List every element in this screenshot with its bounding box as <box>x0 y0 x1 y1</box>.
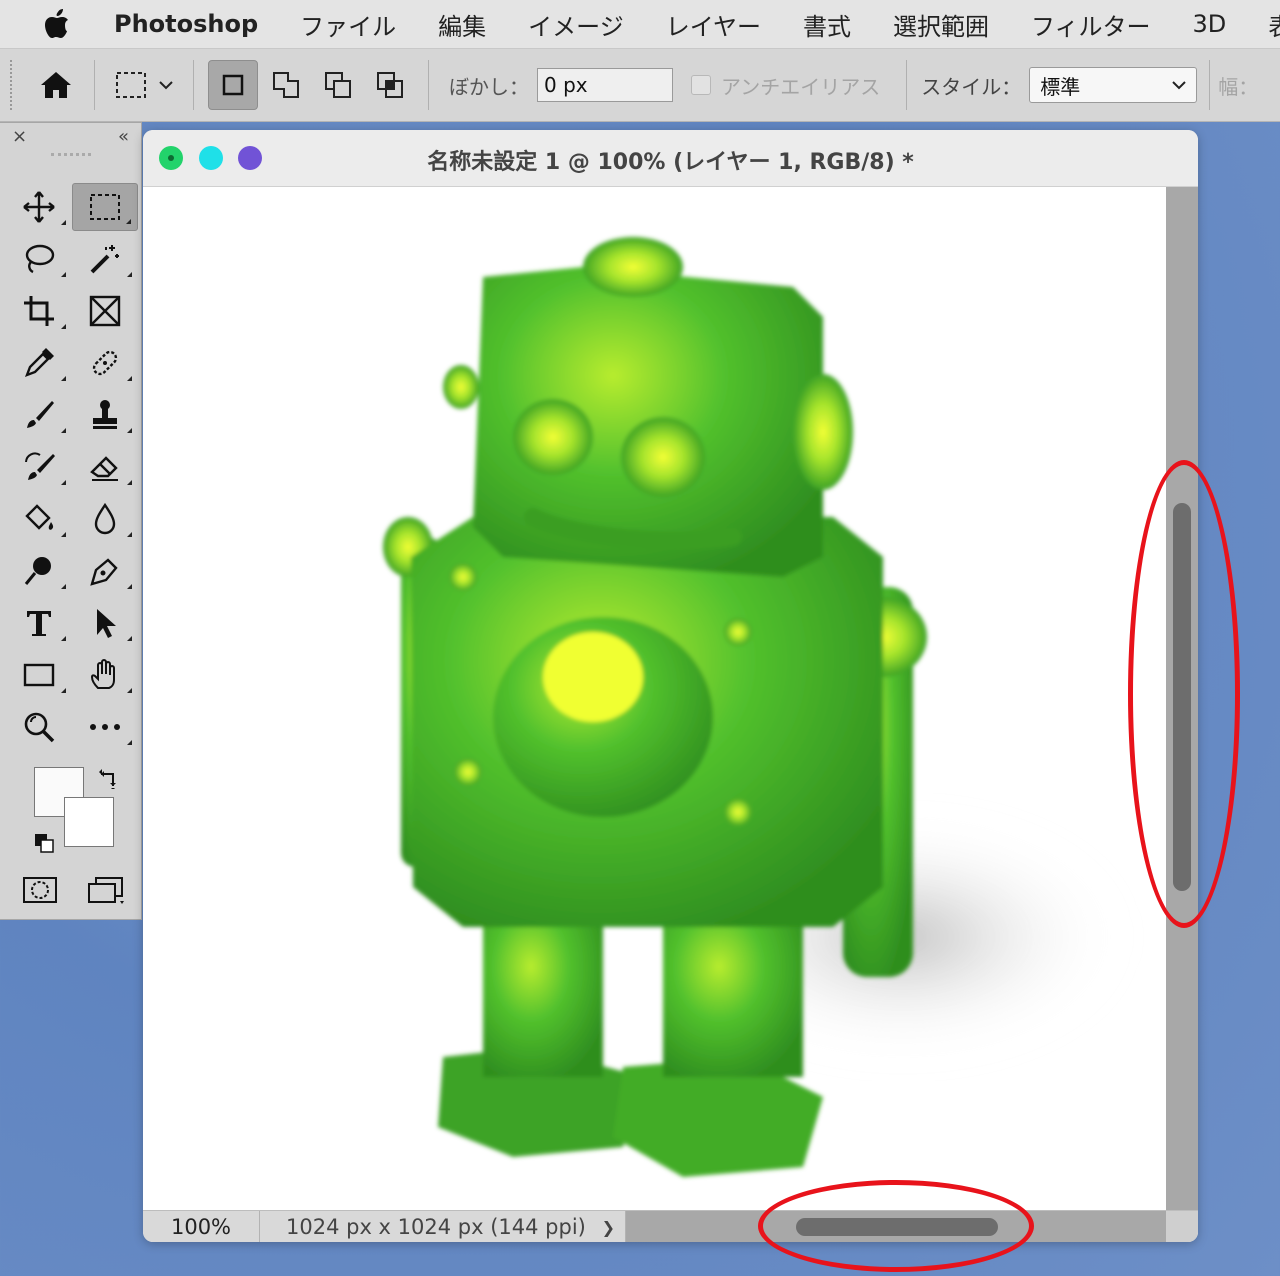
feather-input[interactable]: 0 px <box>537 68 673 102</box>
panel-grip[interactable] <box>50 153 91 166</box>
screen-mode-icon[interactable] <box>86 875 126 909</box>
new-selection-button[interactable] <box>208 60 258 110</box>
menu-bar: Photoshop ファイル 編集 イメージ レイヤー 書式 選択範囲 フィルタ… <box>0 0 1280 49</box>
menu-select[interactable]: 選択範囲 <box>893 7 989 42</box>
add-to-selection-button[interactable] <box>262 61 310 109</box>
hand-tool-icon[interactable] <box>72 651 138 699</box>
marquee-preset-dropdown[interactable] <box>109 61 179 109</box>
subtract-from-selection-button[interactable] <box>314 61 362 109</box>
home-icon[interactable] <box>32 61 80 109</box>
document-window: 名称未設定 1 @ 100% (レイヤー 1, RGB/8) * 100% 10… <box>143 130 1198 1242</box>
document-dimensions: 1024 px x 1024 px (144 ppi) <box>286 1215 586 1239</box>
antialias-checkbox[interactable] <box>691 75 711 95</box>
blur-tool-icon[interactable] <box>72 495 138 543</box>
horizontal-scroll-thumb[interactable] <box>796 1218 998 1236</box>
menu-view[interactable]: 表 <box>1268 7 1280 42</box>
collapse-icon[interactable]: « <box>118 126 129 147</box>
quick-mask-icon[interactable] <box>22 875 58 909</box>
chevron-right-icon[interactable]: ❯ <box>602 1218 615 1237</box>
options-grip[interactable] <box>10 60 16 110</box>
brush-tool-icon[interactable] <box>6 391 72 439</box>
color-swatches <box>30 763 130 863</box>
rectangle-tool-icon[interactable] <box>6 651 72 699</box>
intersect-selection-button[interactable] <box>366 61 414 109</box>
swap-colors-icon[interactable] <box>98 767 120 789</box>
paint-bucket-icon[interactable] <box>6 495 72 543</box>
menu-layer[interactable]: レイヤー <box>666 7 761 42</box>
history-brush-icon[interactable] <box>6 443 72 491</box>
width-label: 幅： <box>1218 74 1259 99</box>
tools-panel: × « <box>0 122 142 920</box>
style-select[interactable]: 標準 <box>1029 67 1198 103</box>
image-canvas[interactable] <box>143 187 1166 1210</box>
options-bar: ぼかし： 0 px アンチエイリアス スタイル： 標準 幅： <box>0 49 1280 122</box>
type-tool-icon[interactable] <box>6 599 72 647</box>
zoom-tool-icon[interactable] <box>6 703 72 751</box>
crop-tool-icon[interactable] <box>6 287 72 335</box>
more-tools-icon[interactable] <box>72 703 138 751</box>
spot-healing-brush-icon[interactable] <box>72 339 138 387</box>
rectangular-marquee-tool-icon[interactable] <box>72 183 138 231</box>
magic-wand-tool-icon[interactable] <box>72 235 138 283</box>
lasso-tool-icon[interactable] <box>6 235 72 283</box>
horizontal-scrollbar[interactable] <box>626 1211 1166 1242</box>
status-bar: 100% 1024 px x 1024 px (144 ppi) ❯ <box>143 1210 1198 1242</box>
dodge-tool-icon[interactable] <box>6 547 72 595</box>
document-title: 名称未設定 1 @ 100% (レイヤー 1, RGB/8) * <box>427 150 914 175</box>
apple-icon[interactable] <box>44 9 70 39</box>
clone-stamp-tool-icon[interactable] <box>72 391 138 439</box>
menu-3d[interactable]: 3D <box>1193 10 1227 38</box>
menu-image[interactable]: イメージ <box>528 7 624 42</box>
close-icon[interactable]: × <box>12 126 27 147</box>
scrollbar-corner <box>1166 1211 1198 1242</box>
menu-edit[interactable]: 編集 <box>438 7 486 42</box>
zoom-level[interactable]: 100% <box>143 1211 260 1242</box>
menu-filter[interactable]: フィルター <box>1031 7 1151 42</box>
pen-tool-icon[interactable] <box>72 547 138 595</box>
vertical-scroll-thumb[interactable] <box>1173 503 1191 891</box>
robot-image <box>383 237 1123 1177</box>
separator <box>193 60 194 110</box>
default-colors-icon[interactable] <box>34 833 54 853</box>
style-label: スタイル： <box>921 74 1022 99</box>
document-titlebar[interactable]: 名称未設定 1 @ 100% (レイヤー 1, RGB/8) * <box>143 130 1198 187</box>
antialias-label: アンチエイリアス <box>721 74 881 99</box>
path-selection-tool-icon[interactable] <box>72 599 138 647</box>
menu-file[interactable]: ファイル <box>300 7 396 42</box>
eraser-tool-icon[interactable] <box>72 443 138 491</box>
vertical-scrollbar[interactable] <box>1166 187 1198 1210</box>
background-color-swatch[interactable] <box>64 797 114 847</box>
separator <box>428 60 429 110</box>
separator <box>1209 60 1211 110</box>
separator <box>94 60 95 110</box>
eyedropper-tool-icon[interactable] <box>6 339 72 387</box>
separator <box>906 60 908 110</box>
menu-type[interactable]: 書式 <box>803 7 851 42</box>
document-info[interactable]: 1024 px x 1024 px (144 ppi) ❯ <box>260 1211 626 1242</box>
move-tool-icon[interactable] <box>6 183 72 231</box>
frame-tool-icon[interactable] <box>72 287 138 335</box>
app-menu-photoshop[interactable]: Photoshop <box>114 10 258 38</box>
feather-label: ぼかし： <box>449 74 529 99</box>
chevron-down-icon <box>1172 81 1186 90</box>
style-value: 標準 <box>1040 74 1081 99</box>
